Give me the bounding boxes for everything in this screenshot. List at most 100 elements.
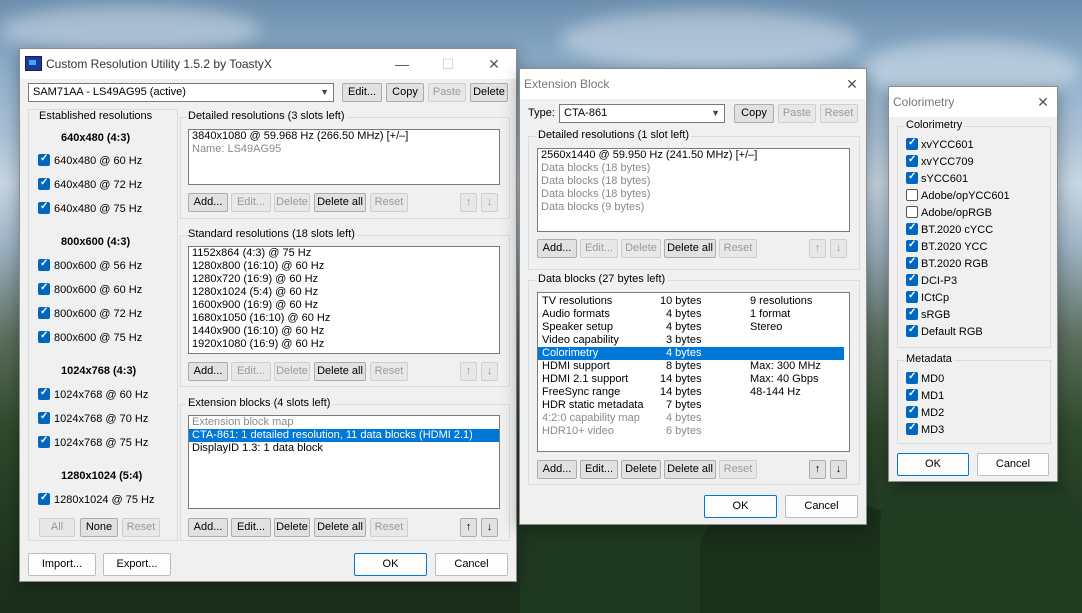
minimize-icon[interactable]: — <box>386 49 418 79</box>
est-checkbox[interactable] <box>38 330 50 343</box>
extension-delete-button[interactable]: Delete <box>274 518 310 537</box>
ext-data-edit-button[interactable]: Edit... <box>580 460 618 479</box>
checkbox[interactable] <box>906 307 918 320</box>
checkbox[interactable] <box>906 273 918 286</box>
list-item[interactable]: Data blocks (9 bytes) <box>538 201 849 214</box>
detailed-add-button[interactable]: Add... <box>188 193 228 212</box>
ext-detailed-add-button[interactable]: Add... <box>537 239 577 258</box>
est-checkbox[interactable] <box>38 282 50 295</box>
list-item[interactable]: Extension block map <box>189 416 499 429</box>
list-item[interactable]: 1920x1080 (16:9) @ 60 Hz <box>189 338 499 351</box>
extension-add-button[interactable]: Add... <box>188 518 228 537</box>
table-row[interactable]: TV resolutions 10 bytes 9 resolutions <box>538 295 844 308</box>
table-row[interactable]: HDR10+ video 6 bytes <box>538 425 844 438</box>
extension-edit-button[interactable]: Edit... <box>231 518 271 537</box>
est-none-button[interactable]: None <box>80 518 118 537</box>
checkbox[interactable] <box>906 171 918 184</box>
list-item[interactable]: Name: LS49AG95 <box>189 143 499 156</box>
checkbox[interactable] <box>906 239 918 252</box>
export-button[interactable]: Export... <box>103 553 171 576</box>
monitor-edit-button[interactable]: Edit... <box>342 83 382 102</box>
ext-data-reset-button[interactable]: Reset <box>719 460 757 479</box>
standard-delete-button[interactable]: Delete <box>274 362 310 381</box>
ext-cancel-button[interactable]: Cancel <box>785 495 858 518</box>
monitor-select[interactable]: SAM71AA - LS49AG95 (active) ▼ <box>28 83 334 102</box>
standard-list[interactable]: 1152x864 (4:3) @ 75 Hz 1280x800 (16:10) … <box>188 246 500 354</box>
est-checkbox[interactable] <box>38 435 50 448</box>
standard-reset-button[interactable]: Reset <box>370 362 408 381</box>
move-up-icon[interactable]: ↑ <box>460 362 477 381</box>
list-item[interactable]: Data blocks (18 bytes) <box>538 175 849 188</box>
checkbox[interactable] <box>906 206 918 218</box>
move-down-icon[interactable]: ↓ <box>481 362 498 381</box>
checkbox[interactable] <box>906 256 918 269</box>
est-reset-button[interactable]: Reset <box>122 518 160 537</box>
ext-detailed-delete-all-button[interactable]: Delete all <box>664 239 716 258</box>
table-row[interactable]: Audio formats 4 bytes 1 format <box>538 308 844 321</box>
list-item-selected[interactable]: CTA-861: 1 detailed resolution, 11 data … <box>189 429 499 442</box>
type-select[interactable]: CTA-861 ▼ <box>559 104 725 123</box>
est-checkbox[interactable] <box>38 153 50 166</box>
extension-delete-all-button[interactable]: Delete all <box>314 518 366 537</box>
list-item[interactable]: 1280x1024 (5:4) @ 60 Hz <box>189 286 499 299</box>
checkbox[interactable] <box>906 137 918 150</box>
close-icon[interactable]: ✕ <box>836 69 868 99</box>
table-row-selected[interactable]: Colorimetry 4 bytes <box>538 347 844 360</box>
list-item[interactable]: 1680x1050 (16:10) @ 60 Hz <box>189 312 499 325</box>
checkbox[interactable] <box>906 189 918 201</box>
checkbox[interactable] <box>906 405 918 418</box>
detailed-delete-all-button[interactable]: Delete all <box>314 193 366 212</box>
est-checkbox[interactable] <box>38 387 50 400</box>
move-up-icon[interactable]: ↑ <box>809 239 826 258</box>
ext-paste-button[interactable]: Paste <box>778 104 816 123</box>
detailed-list[interactable]: 3840x1080 @ 59.968 Hz (266.50 MHz) [+/–]… <box>188 129 500 185</box>
close-icon[interactable]: ✕ <box>478 49 510 79</box>
checkbox[interactable] <box>906 388 918 401</box>
checkbox[interactable] <box>906 324 918 337</box>
est-checkbox[interactable] <box>38 177 50 190</box>
table-row[interactable]: HDMI support 8 bytes Max: 300 MHz <box>538 360 844 373</box>
standard-delete-all-button[interactable]: Delete all <box>314 362 366 381</box>
ext-data-add-button[interactable]: Add... <box>537 460 577 479</box>
import-button[interactable]: Import... <box>28 553 96 576</box>
move-up-icon[interactable]: ↑ <box>809 460 826 479</box>
table-row[interactable]: HDMI 2.1 support 14 bytes Max: 40 Gbps <box>538 373 844 386</box>
table-row[interactable]: Speaker setup 4 bytes Stereo <box>538 321 844 334</box>
est-checkbox[interactable] <box>38 411 50 424</box>
ext-detailed-reset-button[interactable]: Reset <box>719 239 757 258</box>
standard-edit-button[interactable]: Edit... <box>231 362 271 381</box>
move-down-icon[interactable]: ↓ <box>830 460 847 479</box>
monitor-copy-button[interactable]: Copy <box>386 83 424 102</box>
list-item[interactable]: Data blocks (18 bytes) <box>538 162 849 175</box>
ok-button[interactable]: OK <box>354 553 427 576</box>
ext-detailed-list[interactable]: 2560x1440 @ 59.950 Hz (241.50 MHz) [+/–]… <box>537 148 850 232</box>
est-checkbox[interactable] <box>38 306 50 319</box>
ext-detailed-delete-button[interactable]: Delete <box>621 239 661 258</box>
table-row[interactable]: HDR static metadata 7 bytes <box>538 399 844 412</box>
ext-detailed-edit-button[interactable]: Edit... <box>580 239 618 258</box>
standard-add-button[interactable]: Add... <box>188 362 228 381</box>
checkbox[interactable] <box>906 154 918 167</box>
list-item[interactable]: DisplayID 1.3: 1 data block <box>189 442 499 455</box>
est-checkbox[interactable] <box>38 258 50 271</box>
est-checkbox[interactable] <box>38 201 50 214</box>
list-item[interactable]: 1440x900 (16:10) @ 60 Hz <box>189 325 499 338</box>
monitor-paste-button[interactable]: Paste <box>428 83 466 102</box>
detailed-reset-button[interactable]: Reset <box>370 193 408 212</box>
ext-data-delete-all-button[interactable]: Delete all <box>664 460 716 479</box>
move-up-icon[interactable]: ↑ <box>460 193 477 212</box>
color-ok-button[interactable]: OK <box>897 453 969 476</box>
move-down-icon[interactable]: ↓ <box>481 193 498 212</box>
ext-ok-button[interactable]: OK <box>704 495 777 518</box>
list-item[interactable]: 1600x900 (16:9) @ 60 Hz <box>189 299 499 312</box>
list-item[interactable]: 1280x800 (16:10) @ 60 Hz <box>189 260 499 273</box>
ext-reset-button[interactable]: Reset <box>820 104 858 123</box>
checkbox[interactable] <box>906 371 918 384</box>
detailed-edit-button[interactable]: Edit... <box>231 193 271 212</box>
move-down-icon[interactable]: ↓ <box>481 518 498 537</box>
list-item[interactable]: 2560x1440 @ 59.950 Hz (241.50 MHz) [+/–] <box>538 149 849 162</box>
maximize-icon[interactable]: ☐ <box>432 49 464 79</box>
checkbox[interactable] <box>906 222 918 235</box>
detailed-delete-button[interactable]: Delete <box>274 193 310 212</box>
close-icon[interactable]: ✕ <box>1029 87 1057 117</box>
